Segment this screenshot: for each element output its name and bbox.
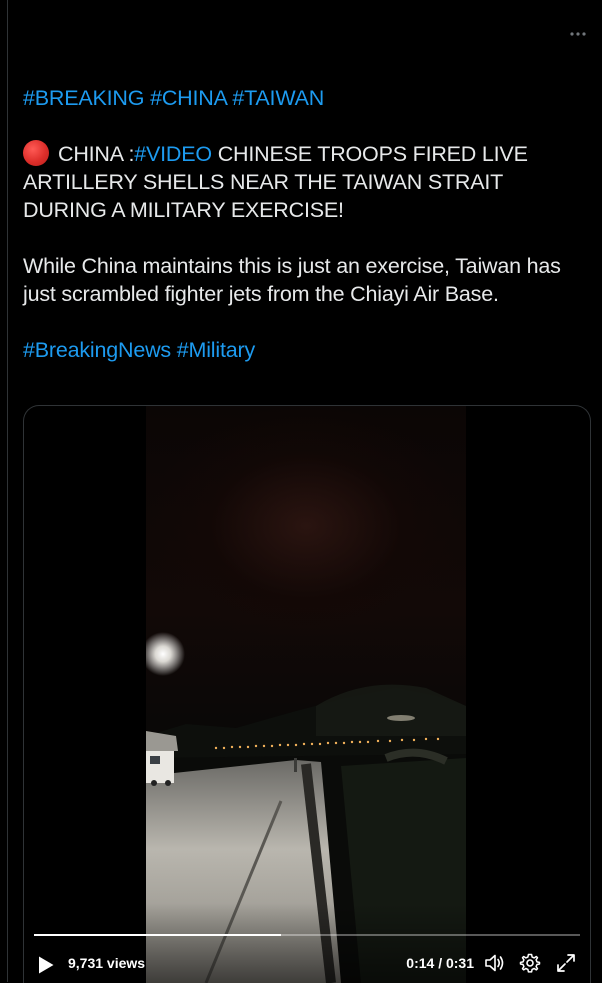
tweet-text: #BREAKING #CHINA #TAIWAN CHINA :#VIDEO C… [23,84,583,364]
fullscreen-icon [557,954,575,972]
gear-icon [519,953,541,973]
settings-button[interactable] [518,951,542,975]
body-paragraph: While China maintains this is just an ex… [23,254,561,306]
video-progress-bar[interactable] [34,934,580,936]
hashtag-breaking[interactable]: #BREAKING [23,86,144,110]
hashtag-video[interactable]: #VIDEO [134,142,212,166]
volume-button[interactable] [482,951,506,975]
headline-paragraph: CHINA :#VIDEO CHINESE TROOPS FIRED LIVE … [23,140,583,224]
play-icon [39,956,54,974]
video-frame[interactable] [146,406,466,983]
fullscreen-button[interactable] [554,951,578,975]
hashtag-military[interactable]: #Military [177,338,255,362]
more-icon [570,32,586,36]
footer-hashtags: #BreakingNews #Military [23,336,583,364]
play-button[interactable] [36,953,56,977]
hashtag-taiwan[interactable]: #TAIWAN [232,86,324,110]
headline-prefix: CHINA : [58,142,135,166]
red-circle-icon [23,140,49,166]
video-progress-fill [34,934,281,936]
volume-icon [485,954,504,972]
view-count: 9,731 views [68,955,146,971]
more-options-button[interactable] [568,24,588,44]
video-time: 0:14 / 0:31 [406,955,474,971]
video-scene [146,632,466,983]
hashtag-china[interactable]: #CHINA [150,86,227,110]
timeline-border [7,0,8,982]
video-player[interactable]: 9,731 views 0:14 / 0:31 [23,405,591,983]
video-controls: 9,731 views 0:14 / 0:31 [24,903,590,983]
hashtag-breakingnews[interactable]: #BreakingNews [23,338,171,362]
hashtag-line: #BREAKING #CHINA #TAIWAN [23,84,583,112]
